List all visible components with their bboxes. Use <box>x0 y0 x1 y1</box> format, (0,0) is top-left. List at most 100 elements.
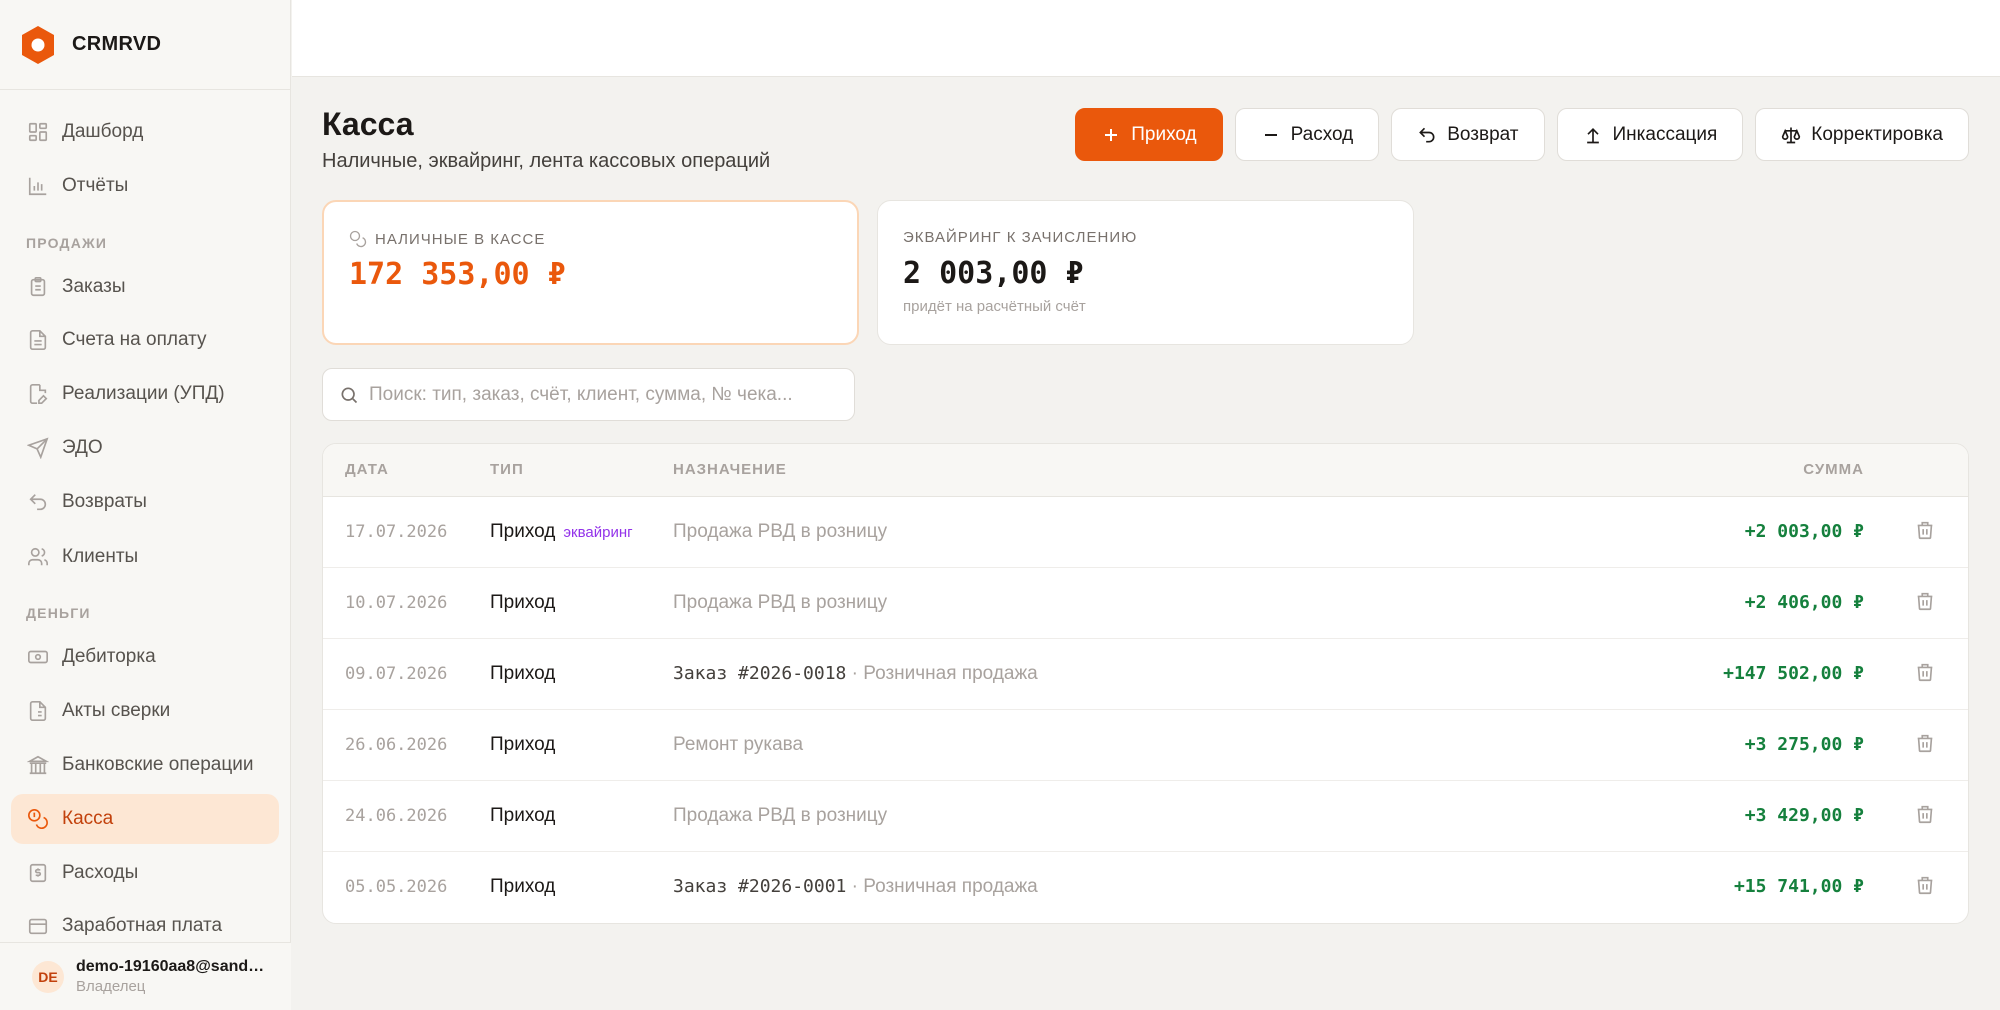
row-type: Приход <box>490 876 556 897</box>
row-date: 26.06.2026 <box>345 735 448 755</box>
sidebar-item-invoices[interactable]: Счета на оплату <box>11 315 279 365</box>
bank-icon <box>27 754 49 776</box>
sidebar-item-orders[interactable]: Заказы <box>11 262 279 312</box>
row-purpose: Продажа РВД в розницу <box>673 592 888 613</box>
sidebar-item-bank-operations[interactable]: Банковские операции <box>11 740 279 790</box>
brand[interactable]: CRMRVD <box>0 0 290 90</box>
column-header-date[interactable]: ДАТА <box>345 461 389 478</box>
row-purpose-cell: Продажа РВД в розницу <box>673 805 887 827</box>
row-type-cell: Приход <box>490 876 563 898</box>
delete-button[interactable] <box>1914 874 1938 898</box>
sidebar-item-label: Возвраты <box>62 491 147 512</box>
user-role: Владелец <box>76 978 146 995</box>
row-purpose-cell: Заказ #2026-0018 · Розничная продажа <box>673 663 1038 685</box>
table-row[interactable]: 10.07.2026 Приход Продажа РВД в розницу … <box>323 568 1968 639</box>
section-label-sales: ПРОДАЖИ <box>26 235 108 251</box>
row-purpose-cell: Продажа РВД в розницу <box>673 521 887 543</box>
row-sum: +2 406,00 ₽ <box>1744 592 1864 613</box>
wallet-icon <box>27 915 49 937</box>
trash-icon <box>1917 521 1933 540</box>
acquiring-label: ЭКВАЙРИНГ К ЗАЧИСЛЕНИЮ <box>903 229 1138 246</box>
row-purpose-cell: Ремонт рукава <box>673 734 803 756</box>
delete-button[interactable] <box>1914 803 1938 827</box>
search-icon <box>341 387 358 403</box>
sidebar-item-reports[interactable]: Отчёты <box>11 161 279 211</box>
sidebar-item-label: Счета на оплату <box>62 329 207 350</box>
chart-icon <box>27 175 49 197</box>
income-button[interactable]: Приход <box>1075 108 1223 161</box>
sidebar-item-label: Дебиторка <box>62 646 156 667</box>
sidebar-item-label: Банковские операции <box>62 754 254 775</box>
sidebar-item-expenses[interactable]: Расходы <box>11 848 279 898</box>
row-purpose-cell: Заказ #2026-0001 · Розничная продажа <box>673 876 1038 898</box>
sidebar-item-receivables[interactable]: Дебиторка <box>11 632 279 682</box>
row-order-ref[interactable]: Заказ #2026-0001 <box>673 876 846 897</box>
sidebar-item-label: Дашборд <box>62 121 144 142</box>
table-row[interactable]: 05.05.2026 Приход Заказ #2026-0001 · Роз… <box>323 852 1968 923</box>
sidebar-item-cash[interactable]: Касса <box>11 794 279 844</box>
page-subtitle: Наличные, эквайринг, лента кассовых опер… <box>322 150 771 172</box>
table-body: 17.07.2026 Приход эквайринг Продажа РВД … <box>323 497 1968 923</box>
collection-button[interactable]: Инкассация <box>1556 108 1744 161</box>
table-row[interactable]: 26.06.2026 Приход Ремонт рукава +3 275,0… <box>323 710 1968 781</box>
table-row[interactable]: 09.07.2026 Приход Заказ #2026-0018 · Роз… <box>323 639 1968 710</box>
collection-button-label: Инкассация <box>1612 123 1718 145</box>
section-label-money: ДЕНЬГИ <box>26 605 91 621</box>
row-type-cell: Приход <box>490 734 563 756</box>
coins-icon <box>349 230 367 248</box>
search-box[interactable] <box>322 368 855 421</box>
column-header-sum[interactable]: СУММА <box>1803 461 1864 478</box>
row-type-cell: Приход <box>490 663 563 685</box>
coins-icon <box>27 808 49 830</box>
refund-button[interactable]: Возврат <box>1391 108 1545 161</box>
row-sum: +2 003,00 ₽ <box>1744 521 1864 542</box>
row-type: Приход <box>490 734 556 755</box>
users-icon <box>27 546 49 568</box>
table-header: ДАТА ТИП НАЗНАЧЕНИЕ СУММА <box>323 444 1968 497</box>
column-header-type[interactable]: ТИП <box>490 461 524 478</box>
table-row[interactable]: 24.06.2026 Приход Продажа РВД в розницу … <box>323 781 1968 852</box>
sidebar-item-clients[interactable]: Клиенты <box>11 532 279 582</box>
acquiring-note: придёт на расчётный счёт <box>903 298 1086 315</box>
file-edit-icon <box>27 383 49 405</box>
sidebar-item-label: Реализации (УПД) <box>62 383 225 404</box>
delete-button[interactable] <box>1914 590 1938 614</box>
page-title: Касса <box>322 106 414 142</box>
column-header-purpose[interactable]: НАЗНАЧЕНИЕ <box>673 461 787 478</box>
topbar <box>292 0 2000 77</box>
row-order-ref[interactable]: Заказ #2026-0018 <box>673 663 846 684</box>
refund-button-label: Возврат <box>1447 123 1519 145</box>
plus-icon <box>1105 128 1118 141</box>
sidebar-item-dashboard[interactable]: Дашборд <box>11 107 279 157</box>
expense-button[interactable]: Расход <box>1234 108 1380 161</box>
search-input[interactable] <box>369 383 849 406</box>
undo-icon <box>1419 127 1435 142</box>
income-button-label: Приход <box>1131 123 1197 145</box>
delete-button[interactable] <box>1914 519 1938 543</box>
sidebar-item-returns[interactable]: Возвраты <box>11 477 279 527</box>
sidebar-item-reconciliation[interactable]: Акты сверки <box>11 686 279 736</box>
sidebar-item-label: Акты сверки <box>62 700 171 721</box>
delete-button[interactable] <box>1914 732 1938 756</box>
row-purpose-cell: Продажа РВД в розницу <box>673 592 887 614</box>
acquiring-card: ЭКВАЙРИНГ К ЗАЧИСЛЕНИЮ 2 003,00 ₽ придёт… <box>877 200 1414 345</box>
user-profile[interactable]: DE demo-19160aa8@sandbox Владелец <box>0 942 291 1010</box>
sidebar-item-sales-upd[interactable]: Реализации (УПД) <box>11 369 279 419</box>
sidebar-item-edo[interactable]: ЭДО <box>11 423 279 473</box>
row-date: 17.07.2026 <box>345 522 448 542</box>
row-type: Приход <box>490 592 556 613</box>
trash-icon <box>1917 663 1933 682</box>
row-purpose: · Розничная продажа <box>846 663 1038 684</box>
action-bar: Приход Расход Возврат Инкассация Коррект… <box>1075 108 1969 161</box>
trash-icon <box>1917 592 1933 611</box>
sidebar-item-label: Заработная плата <box>62 915 223 936</box>
table-row[interactable]: 17.07.2026 Приход эквайринг Продажа РВД … <box>323 497 1968 568</box>
delete-button[interactable] <box>1914 661 1938 685</box>
trash-icon <box>1917 805 1933 824</box>
cash-balance-card: НАЛИЧНЫЕ В КАССЕ 172 353,00 ₽ <box>322 200 859 345</box>
acquiring-value: 2 003,00 ₽ <box>903 256 1084 291</box>
row-type-cell: Приход <box>490 592 563 614</box>
cash-balance-label-row: НАЛИЧНЫЕ В КАССЕ <box>349 230 545 248</box>
send-icon <box>27 437 49 459</box>
correction-button[interactable]: Корректировка <box>1755 108 1969 161</box>
